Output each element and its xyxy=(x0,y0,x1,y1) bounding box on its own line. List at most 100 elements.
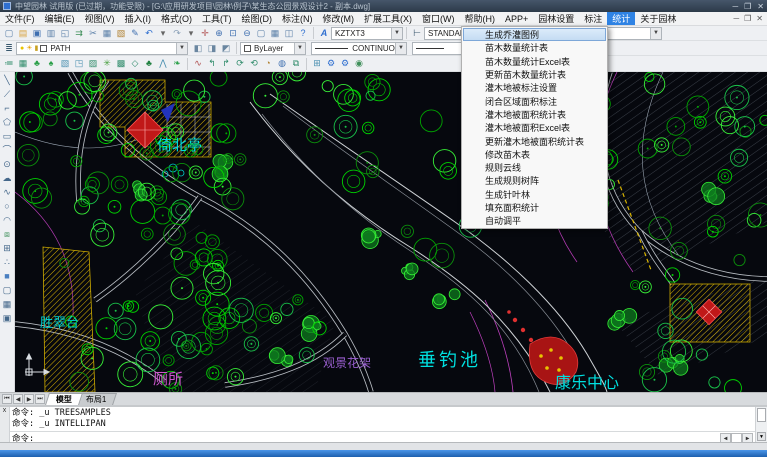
doc-minimize-button[interactable]: ─ xyxy=(733,14,739,23)
scrollbar-thumb[interactable] xyxy=(757,408,766,422)
polyline-icon[interactable]: ⌐ xyxy=(1,101,14,115)
menu-item-1[interactable]: 编辑(E) xyxy=(40,12,80,25)
open-icon[interactable]: ▤ xyxy=(16,27,30,40)
arc-icon[interactable]: ⌒ xyxy=(1,143,14,157)
cut-icon[interactable]: ✂ xyxy=(86,27,100,40)
text-style-combo[interactable]: KZTXT3▼ xyxy=(331,27,403,40)
layer-states-icon[interactable]: ◨ xyxy=(205,42,219,55)
settings-gear-2-icon[interactable]: ⚙ xyxy=(338,57,352,70)
refresh-cw-icon[interactable]: ⟳ xyxy=(233,57,247,70)
spline-icon[interactable]: ∿ xyxy=(1,185,14,199)
scrollbar-down-icon[interactable]: ▼ xyxy=(757,432,766,441)
make-block-icon[interactable]: ⊞ xyxy=(1,241,14,255)
restore-button[interactable]: ❐ xyxy=(744,2,751,11)
chevron-down-icon[interactable]: ▼ xyxy=(391,28,402,39)
shrub-area-icon[interactable]: ▨ xyxy=(86,57,100,70)
dropdown-item-13[interactable]: 填充面积统计 xyxy=(463,201,606,214)
viewport-grid-icon[interactable]: ▦ xyxy=(268,27,282,40)
menu-item-14[interactable]: 标注 xyxy=(579,12,607,25)
new-icon[interactable]: ▢ xyxy=(2,27,16,40)
hatch-icon[interactable]: ■ xyxy=(1,269,14,283)
curve-tool-icon[interactable]: ∿ xyxy=(191,57,205,70)
menu-item-8[interactable]: 修改(M) xyxy=(318,12,360,25)
dropdown-item-4[interactable]: 灌木地被标注设置 xyxy=(463,81,606,94)
lineweight-combo[interactable] xyxy=(412,42,462,55)
linetype-combo[interactable]: CONTINUOUS ▼ xyxy=(311,42,407,55)
chevron-down-icon[interactable]: ▼ xyxy=(395,43,406,54)
text-style-icon[interactable]: A xyxy=(317,27,331,40)
menu-item-3[interactable]: 插入(I) xyxy=(120,12,157,25)
point-icon[interactable]: ∴ xyxy=(1,255,14,269)
ellipse-arc-icon[interactable]: ◠ xyxy=(1,213,14,227)
menu-item-2[interactable]: 视图(V) xyxy=(80,12,120,25)
tab-model[interactable]: 模型 xyxy=(45,393,83,405)
line-icon[interactable]: ╲ xyxy=(1,73,14,87)
redo-icon[interactable]: ↷ xyxy=(170,27,184,40)
dropdown-item-1[interactable]: 苗木数量统计表 xyxy=(463,41,606,54)
close-button[interactable]: ✕ xyxy=(757,2,764,11)
print-icon[interactable]: ▥ xyxy=(44,27,58,40)
leaf-tool-icon[interactable]: ❧ xyxy=(170,57,184,70)
undo-icon[interactable]: ↶ xyxy=(142,27,156,40)
save-icon[interactable]: ▣ xyxy=(30,27,44,40)
dropdown-item-0[interactable]: 生成乔灌图例 xyxy=(463,28,606,41)
dropdown-item-2[interactable]: 苗木数量统计Excel表 xyxy=(463,55,606,68)
drawing-canvas[interactable]: 倚北亭 胜翠台 厕所 观景花架 垂钓池 康乐中心 xyxy=(15,72,767,392)
insert-block-icon[interactable]: ⧈ xyxy=(1,227,14,241)
layer-isolate-icon[interactable]: ◩ xyxy=(219,42,233,55)
paste-icon[interactable]: ▧ xyxy=(114,27,128,40)
viewport-single-icon[interactable]: ▢ xyxy=(254,27,268,40)
tab-prev-button[interactable]: ◀ xyxy=(13,394,23,404)
menu-item-11[interactable]: 帮助(H) xyxy=(460,12,501,25)
revision-cloud-icon[interactable]: ☁ xyxy=(1,171,14,185)
menu-item-15[interactable]: 统计 xyxy=(607,12,635,25)
menu-item-6[interactable]: 绘图(D) xyxy=(237,12,278,25)
layer-combo[interactable]: ● ☀ ▮ PATH ▼ xyxy=(16,42,188,55)
refresh-ccw-icon[interactable]: ⟲ xyxy=(247,57,261,70)
copy-icon[interactable]: ▦ xyxy=(100,27,114,40)
mtext-image-icon[interactable]: ▣ xyxy=(1,311,14,325)
chevron-down-icon[interactable]: ▼ xyxy=(650,28,661,39)
pan-icon[interactable]: ✛ xyxy=(198,27,212,40)
hscroll-right-icon[interactable]: ▶ xyxy=(742,433,753,443)
slope-symbol-icon[interactable]: ⋀ xyxy=(156,57,170,70)
dropdown-item-12[interactable]: 生成针叶林 xyxy=(463,188,606,201)
menu-item-0[interactable]: 文件(F) xyxy=(0,12,40,25)
match-properties-icon[interactable]: ✎ xyxy=(128,27,142,40)
menu-item-10[interactable]: 窗口(W) xyxy=(417,12,460,25)
publish-icon[interactable]: ⇉ xyxy=(72,27,86,40)
dropdown-item-5[interactable]: 闭合区域面积标注 xyxy=(463,94,606,107)
polygon-icon[interactable]: ⬠ xyxy=(1,115,14,129)
table-icon[interactable]: ▦ xyxy=(1,297,14,311)
dropdown-item-9[interactable]: 修改苗木表 xyxy=(463,148,606,161)
web-globe-icon[interactable]: ◉ xyxy=(352,57,366,70)
tree-plan-icon[interactable]: ♣ xyxy=(30,57,44,70)
region-icon[interactable]: ▢ xyxy=(1,283,14,297)
zoom-previous-icon[interactable]: ⊖ xyxy=(240,27,254,40)
zoom-realtime-icon[interactable]: ⊕ xyxy=(212,27,226,40)
doc-close-button[interactable]: ✕ xyxy=(756,14,763,23)
hscroll-thumb[interactable] xyxy=(731,433,742,443)
arrow-left-icon[interactable]: ↰ xyxy=(205,57,219,70)
tab-first-button[interactable]: ⏮ xyxy=(2,394,12,404)
dropdown-item-3[interactable]: 更新苗木数量统计表 xyxy=(463,68,606,81)
layer-lock-icon[interactable]: ▮ xyxy=(35,44,39,52)
dropdown-item-10[interactable]: 规则云线 xyxy=(463,161,606,174)
dim-style-icon[interactable]: ⊢ xyxy=(410,27,424,40)
dropdown-item-14[interactable]: 自动调平 xyxy=(463,214,606,227)
dropdown-item-7[interactable]: 灌木地被面积Excel表 xyxy=(463,121,606,134)
command-window[interactable]: x 命令: _u TREESAMPLES 命令: _u INTELLIPAN 命… xyxy=(0,405,767,443)
circle-center-icon[interactable]: ⊙ xyxy=(1,157,14,171)
tree-elevation-icon[interactable]: ♠ xyxy=(44,57,58,70)
print-preview-icon[interactable]: ◱ xyxy=(58,27,72,40)
minimize-button[interactable]: ─ xyxy=(732,2,738,11)
menu-item-13[interactable]: 园林设置 xyxy=(533,12,579,25)
hscroll-left-icon[interactable]: ◀ xyxy=(720,433,731,443)
path-diamond-icon[interactable]: ◇ xyxy=(128,57,142,70)
tree-group-icon[interactable]: ♣ xyxy=(142,57,156,70)
layer-previous-icon[interactable]: ◧ xyxy=(191,42,205,55)
globe-icon[interactable]: ◍ xyxy=(275,57,289,70)
tab-last-button[interactable]: ⏭ xyxy=(35,394,45,404)
menu-item-9[interactable]: 扩展工具(X) xyxy=(359,12,417,25)
menu-item-7[interactable]: 标注(N) xyxy=(277,12,318,25)
